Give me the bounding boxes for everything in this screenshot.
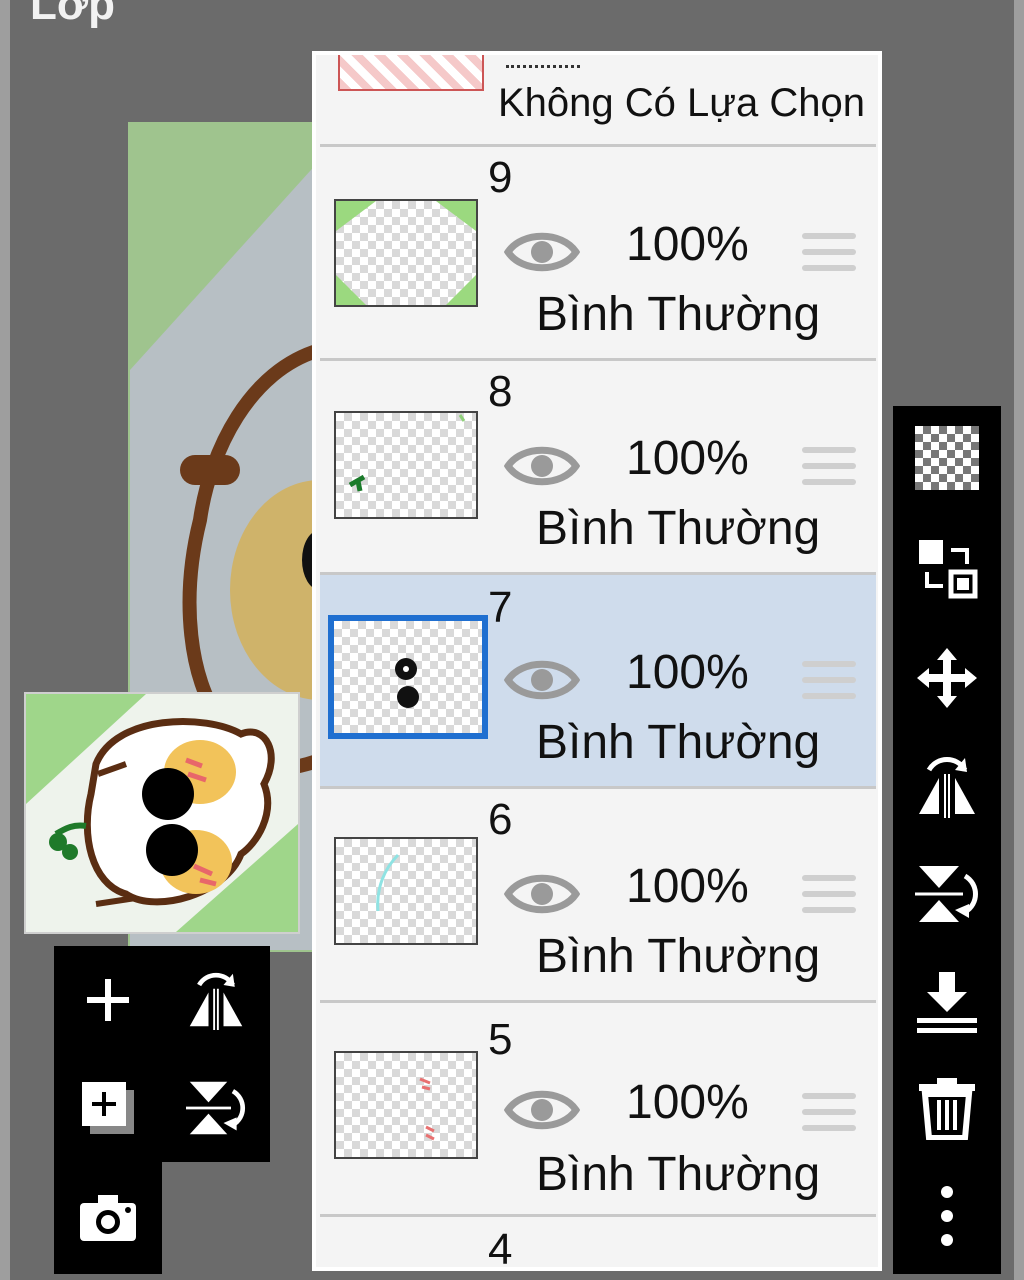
- screen-title: Lớp: [30, 0, 116, 29]
- layer-opacity[interactable]: 100%: [626, 1075, 749, 1130]
- flip-horizontal-icon[interactable]: [176, 960, 256, 1040]
- left-frame: [0, 0, 10, 1280]
- layer-thumbnail: [334, 1267, 478, 1271]
- layer-opacity[interactable]: 100%: [626, 859, 749, 914]
- layer-thumbnail: [334, 199, 478, 307]
- flip-horizontal-icon[interactable]: [915, 754, 979, 818]
- camera-tool-area: [54, 1162, 162, 1274]
- trash-icon[interactable]: [915, 1076, 979, 1140]
- flip-vertical-icon[interactable]: [915, 862, 979, 926]
- add-layer-icon[interactable]: [68, 960, 148, 1040]
- layer-number: 5: [488, 1015, 513, 1064]
- layer-blend-mode[interactable]: Bình Thường: [536, 1147, 820, 1202]
- layer-blend-mode[interactable]: Bình Thường: [536, 287, 820, 342]
- drag-handle-icon[interactable]: [802, 875, 856, 923]
- merge-down-icon[interactable]: [915, 970, 979, 1034]
- transparency-icon[interactable]: [915, 426, 979, 490]
- right-toolbar: [893, 406, 1001, 1274]
- swap-layers-icon[interactable]: [915, 536, 979, 600]
- layer-panel[interactable]: Không Có Lựa Chọn 9 100% Bình Thường 8 1…: [312, 51, 882, 1271]
- preview-art: [26, 694, 298, 932]
- layer-opacity[interactable]: 100%: [626, 645, 749, 700]
- camera-icon[interactable]: [68, 1178, 148, 1258]
- visibility-eye-icon[interactable]: [504, 869, 580, 919]
- right-frame: [1014, 0, 1024, 1280]
- flip-vertical-icon[interactable]: [176, 1068, 256, 1148]
- layer-row-6[interactable]: 6 100% Bình Thường: [320, 789, 876, 1003]
- layer-thumbnail: [338, 55, 484, 91]
- layer-opacity[interactable]: 100%: [626, 217, 749, 272]
- layer-tools: [54, 946, 270, 1162]
- layer-row-4[interactable]: 4: [320, 1217, 876, 1271]
- layer-row-7[interactable]: 7 100% Bình Thường: [320, 575, 876, 789]
- drag-handle-icon[interactable]: [802, 1093, 856, 1141]
- canvas-preview[interactable]: [24, 692, 300, 934]
- drag-handle-icon[interactable]: [802, 233, 856, 281]
- layer-number: 9: [488, 153, 513, 202]
- layer-thumbnail: [334, 411, 478, 519]
- layer-blend-mode[interactable]: Bình Thường: [536, 501, 820, 556]
- thumbnail-art: [336, 201, 476, 305]
- add-layer-copy-icon[interactable]: [68, 1068, 148, 1148]
- layer-thumbnail: [334, 837, 478, 945]
- more-icon[interactable]: [915, 1184, 979, 1248]
- layer-number: 7: [488, 583, 513, 632]
- layer-row-5[interactable]: 5 100% Bình Thường: [320, 1003, 876, 1217]
- thumbnail-art: [395, 658, 419, 708]
- layer-thumbnail: [334, 1051, 478, 1159]
- layer-row-9[interactable]: 9 100% Bình Thường: [320, 147, 876, 361]
- layer-row-8[interactable]: 8 100% Bình Thường: [320, 361, 876, 575]
- drag-handle-icon[interactable]: [802, 447, 856, 495]
- layer-row-partial[interactable]: Không Có Lựa Chọn: [320, 55, 876, 147]
- layer-blend-mode[interactable]: Bình Thường: [536, 715, 820, 770]
- drag-handle-icon[interactable]: [802, 661, 856, 709]
- selection-label: Không Có Lựa Chọn: [498, 81, 866, 125]
- layer-number: 4: [488, 1225, 513, 1271]
- layer-number: 6: [488, 795, 513, 844]
- layer-opacity[interactable]: 100%: [626, 431, 749, 486]
- layer-blend-mode[interactable]: Bình Thường: [536, 929, 820, 984]
- thumbnail-art: [348, 414, 466, 492]
- visibility-eye-icon[interactable]: [504, 227, 580, 277]
- move-icon[interactable]: [915, 646, 979, 710]
- visibility-eye-icon[interactable]: [504, 441, 580, 491]
- thumbnail-art: [376, 853, 400, 912]
- thumbnail-art: [419, 1077, 435, 1141]
- layer-thumbnail: [328, 615, 488, 739]
- selection-icon: [506, 55, 580, 68]
- visibility-eye-icon[interactable]: [504, 1085, 580, 1135]
- visibility-eye-icon[interactable]: [504, 655, 580, 705]
- layer-number: 8: [488, 367, 513, 416]
